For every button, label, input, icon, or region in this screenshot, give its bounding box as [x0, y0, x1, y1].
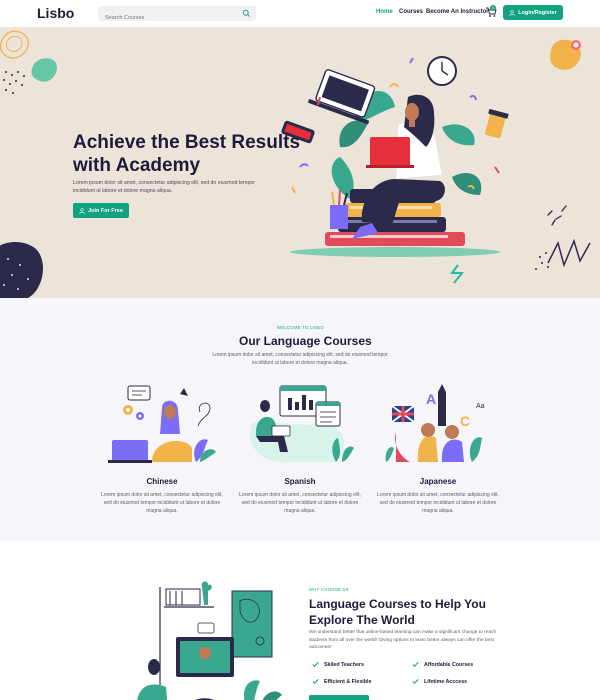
feature-label: Skiled Teachers — [324, 661, 364, 668]
course-card-spanish[interactable]: Spanish Lorem ipsum dolor sit amet, cons… — [238, 382, 362, 515]
login-register-label: Login/Register — [518, 9, 557, 16]
nav-become-instructor[interactable]: Become An Instructor — [426, 9, 488, 15]
search-box[interactable] — [98, 6, 256, 26]
user-icon — [509, 9, 515, 16]
feature-skilled-teachers: Skiled Teachers — [312, 661, 364, 668]
logo[interactable]: Lisbo — [37, 5, 74, 21]
courses-title: Our Language Courses — [239, 334, 372, 348]
feature-label: Affordable Courses — [424, 661, 474, 668]
svg-text:C: C — [460, 413, 470, 429]
search-input[interactable] — [98, 10, 238, 26]
header: Lisbo Home Courses Become An Instructor … — [0, 0, 600, 27]
course-desc-chinese: Lorem ipsum dolor sit amet, consectetur … — [101, 492, 223, 514]
cart-count-badge: 0 — [490, 5, 496, 11]
search-icon[interactable] — [242, 9, 251, 18]
feature-lifetime-access: Lifetime Acccess — [412, 678, 467, 685]
nav-courses[interactable]: Courses — [399, 9, 423, 15]
spanish-course-illustration — [249, 385, 354, 463]
svg-text:Aa: Aa — [476, 403, 485, 410]
join-for-free-label: Join For Free — [88, 207, 123, 214]
check-icon — [412, 662, 419, 668]
feature-affordable-courses: Affordable Courses — [412, 661, 473, 668]
courses-description: Lorem ipsum dolor sit amet, consectetur … — [212, 352, 388, 366]
language-courses-section: WELCOME TO LISBO Our Language Courses Lo… — [0, 298, 600, 541]
hero-description: Lorem ipsum dolor sit amet, consectetur … — [73, 180, 255, 194]
course-card-chinese[interactable]: Chinese Lorem ipsum dolor sit amet, cons… — [100, 382, 224, 515]
why-choose-illustration — [137, 581, 282, 700]
chinese-course-illustration — [108, 385, 216, 463]
hero-section: Achieve the Best Results with Academy Lo… — [0, 27, 600, 298]
feature-label: Lifetime Acccess — [424, 678, 468, 685]
check-icon — [312, 679, 319, 685]
why-choose-us-section: WHY CHOOSE US Language Courses to Help Y… — [0, 541, 600, 700]
login-register-button[interactable]: Login/Register — [503, 5, 563, 20]
check-icon — [412, 679, 419, 685]
check-icon — [312, 662, 319, 668]
nav-home[interactable]: Home — [376, 9, 393, 15]
course-name-spanish: Spanish — [284, 477, 316, 486]
join-for-free-button[interactable]: Join For Free — [73, 203, 129, 218]
course-name-japanese: Japanese — [419, 477, 457, 486]
hero-title: Achieve the Best Results with Academy — [73, 132, 301, 176]
courses-eyebrow: WELCOME TO LISBO — [277, 325, 324, 330]
why-eyebrow: WHY CHOOSE US — [309, 587, 349, 592]
course-name-chinese: Chinese — [146, 477, 178, 486]
why-description: We understand better that online-based l… — [309, 630, 497, 650]
why-title: Language Courses to Help You Explore The… — [309, 597, 486, 627]
svg-text:A: A — [426, 391, 436, 407]
user-icon — [79, 207, 85, 214]
japanese-course-illustration: A C Aa — [385, 384, 485, 462]
feature-efficient-flexible: Efficient & Flexible — [312, 678, 371, 685]
course-desc-spanish: Lorem ipsum dolor sit amet, consectetur … — [239, 492, 361, 514]
course-desc-japanese: Lorem ipsum dolor sit amet, consectetur … — [377, 492, 499, 514]
course-card-japanese[interactable]: A C Aa Japanese Lorem ipsum dolor sit am… — [376, 382, 500, 515]
why-cta-button[interactable] — [309, 695, 369, 700]
feature-label: Efficient & Flexible — [324, 678, 372, 685]
